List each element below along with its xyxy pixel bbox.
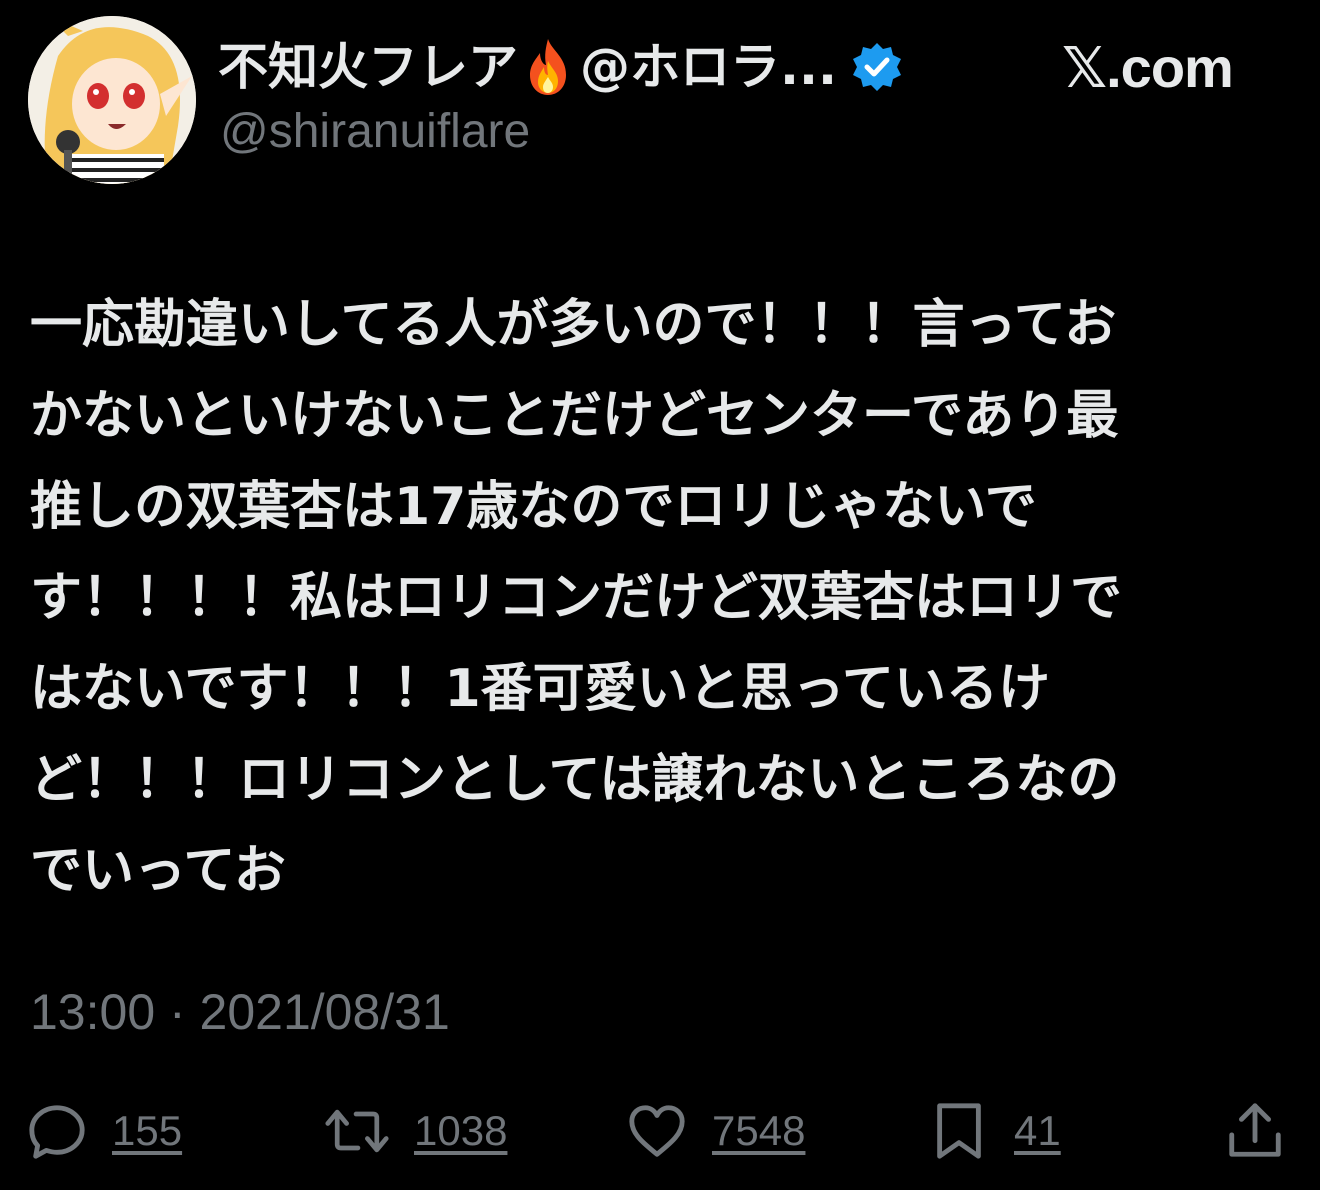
share-icon: [1229, 1103, 1281, 1157]
x-brand-logo[interactable]: 𝕏.com: [1062, 34, 1234, 101]
like-count[interactable]: 7548: [712, 1107, 805, 1155]
like-button[interactable]: 7548: [626, 1096, 805, 1166]
display-name-suffix[interactable]: @ホロラ...: [580, 42, 837, 92]
display-name-row[interactable]: 不知火フレア @ホロラ...: [218, 32, 903, 102]
display-name[interactable]: 不知火フレア: [218, 42, 518, 92]
bookmark-icon: [937, 1103, 981, 1159]
reply-icon: [29, 1105, 85, 1159]
user-handle[interactable]: @shiranuiflare: [220, 105, 530, 159]
tweet-card: 不知火フレア @ホロラ... @shiranuiflare 𝕏.com 一応勘違…: [0, 0, 1320, 1190]
retweet-button[interactable]: 1038: [324, 1096, 507, 1166]
retweet-count[interactable]: 1038: [414, 1107, 507, 1155]
tweet-timestamp[interactable]: 13:00 · 2021/08/31: [30, 980, 450, 1045]
heart-icon: [629, 1105, 685, 1157]
retweet-icon: [325, 1109, 389, 1153]
profile-avatar[interactable]: [28, 16, 196, 184]
avatar-image: [28, 16, 196, 184]
fire-icon: [522, 37, 574, 97]
bookmark-button[interactable]: 41: [928, 1096, 1061, 1166]
reply-button[interactable]: 155: [26, 1096, 182, 1166]
reply-count[interactable]: 155: [112, 1107, 182, 1155]
tweet-text: 一応勘違いしてる人が多いので！！！言ってお かないといけないことだけどセンターで…: [30, 295, 1123, 901]
share-button[interactable]: [1224, 1096, 1286, 1166]
verified-badge-icon: [851, 41, 903, 93]
bookmark-count[interactable]: 41: [1014, 1107, 1061, 1155]
